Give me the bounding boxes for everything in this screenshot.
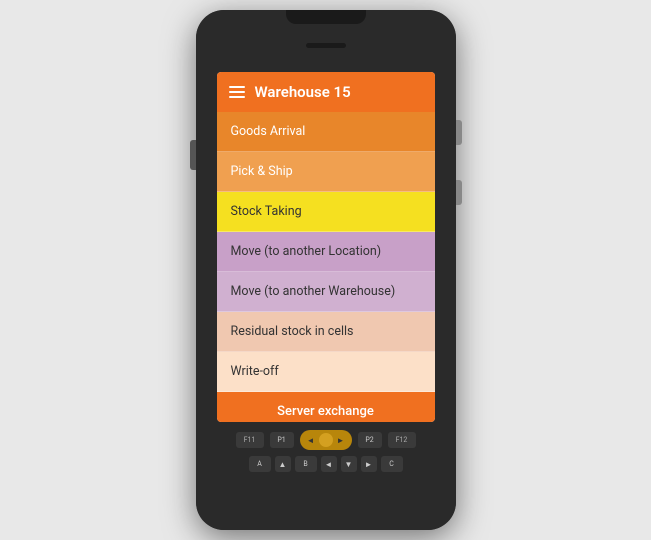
p2-key[interactable]: P2: [358, 432, 382, 448]
screen-wrapper: Warehouse 15 Goods Arrival Pick & Ship S…: [196, 62, 456, 422]
key-b[interactable]: B: [295, 456, 317, 472]
fn-key-row: F11 P1 ◄ ► P2 F12: [236, 430, 416, 450]
menu-item-pick-ship[interactable]: Pick & Ship: [217, 152, 435, 192]
side-button-right-bottom[interactable]: [456, 180, 462, 205]
nav-center[interactable]: [319, 433, 333, 447]
key-c[interactable]: C: [381, 456, 403, 472]
device-top-bump: [286, 10, 366, 24]
abc-key-row: A ▲ B ◄ ▼ ► C: [249, 456, 403, 472]
menu-item-write-off[interactable]: Write-off: [217, 352, 435, 392]
server-exchange-button[interactable]: Server exchange: [217, 392, 435, 422]
f12-key[interactable]: F12: [388, 432, 416, 448]
key-left[interactable]: ◄: [321, 456, 337, 472]
side-button-right-top[interactable]: [456, 120, 462, 145]
key-down[interactable]: ▼: [341, 456, 357, 472]
hamburger-menu-icon[interactable]: [229, 86, 245, 98]
key-up[interactable]: ▲: [275, 456, 291, 472]
device-top: [196, 10, 456, 62]
screen: Warehouse 15 Goods Arrival Pick & Ship S…: [217, 72, 435, 422]
menu-list: Goods Arrival Pick & Ship Stock Taking M…: [217, 112, 435, 422]
key-right[interactable]: ►: [361, 456, 377, 472]
menu-item-move-location[interactable]: Move (to another Location): [217, 232, 435, 272]
menu-item-move-warehouse[interactable]: Move (to another Warehouse): [217, 272, 435, 312]
side-button-left[interactable]: [190, 140, 196, 170]
nav-key[interactable]: ◄ ►: [300, 430, 352, 450]
device-speaker: [306, 43, 346, 48]
menu-item-residual-stock[interactable]: Residual stock in cells: [217, 312, 435, 352]
screen-title: Warehouse 15: [255, 83, 351, 101]
menu-item-stock-taking[interactable]: Stock Taking: [217, 192, 435, 232]
menu-item-goods-arrival[interactable]: Goods Arrival: [217, 112, 435, 152]
screen-header: Warehouse 15: [217, 72, 435, 112]
device-keypad: F11 P1 ◄ ► P2 F12 A ▲ B: [196, 422, 456, 530]
p1-key[interactable]: P1: [270, 432, 294, 448]
handheld-device: Warehouse 15 Goods Arrival Pick & Ship S…: [196, 10, 456, 530]
key-a[interactable]: A: [249, 456, 271, 472]
f11-key[interactable]: F11: [236, 432, 264, 448]
